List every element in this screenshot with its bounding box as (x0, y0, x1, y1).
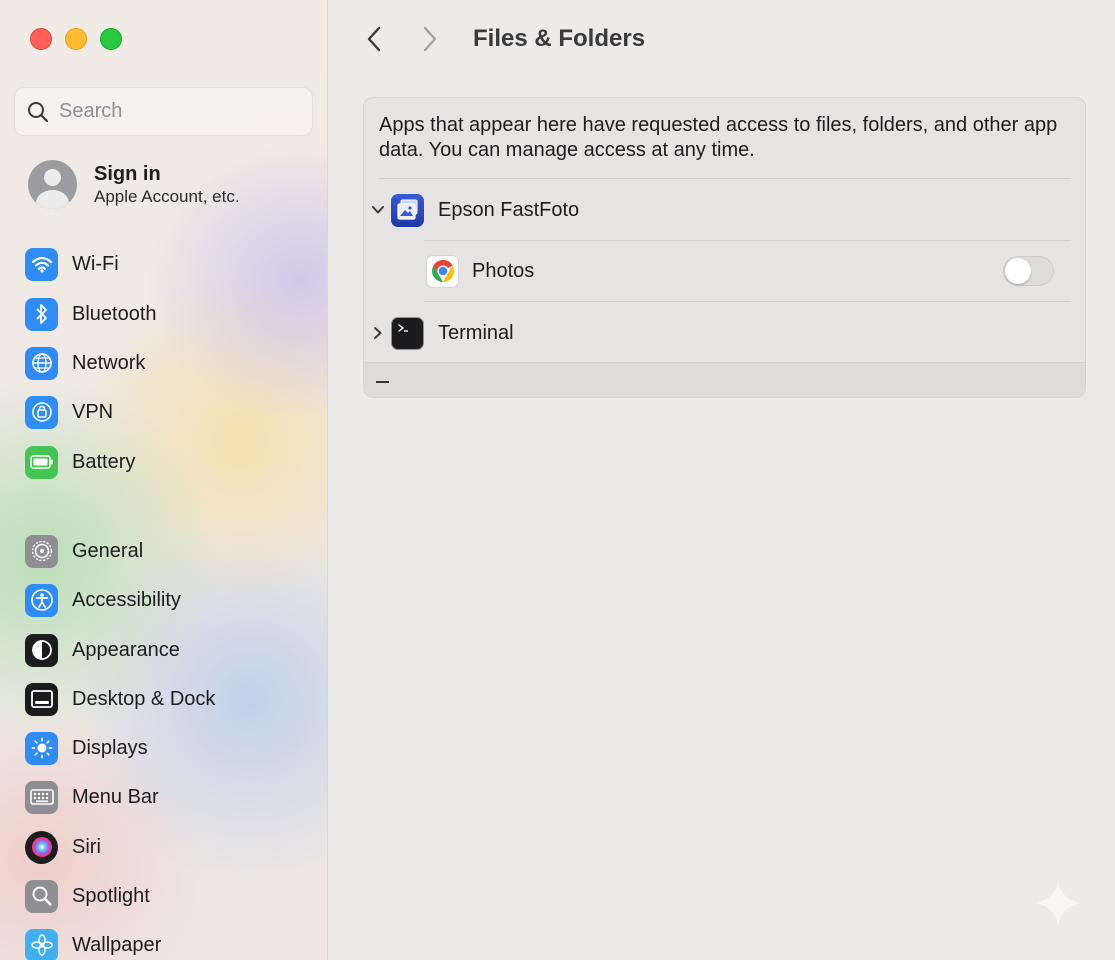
divider (424, 240, 1071, 241)
remove-button[interactable] (376, 371, 392, 391)
chevron-right-icon (423, 26, 437, 52)
sidebar-item-label: Menu Bar (72, 785, 159, 808)
account-signin[interactable]: Sign in Apple Account, etc. (28, 160, 240, 209)
sidebar-item-label: Siri (72, 835, 101, 858)
page-title: Files & Folders (473, 25, 646, 52)
card-footer (364, 362, 1085, 397)
permission-label: Photos (472, 259, 535, 282)
close-window-button[interactable] (30, 28, 52, 50)
description-text: Apps that appear here have requested acc… (379, 114, 1058, 161)
photo-app-icon (391, 193, 424, 227)
vpn-icon (25, 395, 58, 429)
sidebar-item-general[interactable]: General (25, 533, 143, 569)
photos-access-toggle[interactable] (1003, 256, 1054, 286)
sidebar-item-label: Wi-Fi (72, 252, 119, 275)
search-field[interactable] (14, 87, 313, 136)
flower-icon (25, 928, 58, 960)
sidebar-item-desktop-dock[interactable]: Desktop & Dock (25, 681, 215, 717)
globe-icon (25, 346, 58, 380)
sidebar-item-displays[interactable]: Displays (25, 730, 148, 766)
accessibility-icon (25, 583, 58, 617)
menubar-icon (25, 780, 58, 814)
files-folders-card: Apps that appear here have requested acc… (363, 97, 1086, 398)
disclosure-expanded-button[interactable] (370, 202, 386, 218)
sidebar: Sign in Apple Account, etc. Wi-Fi (0, 0, 328, 960)
sidebar-item-label: Desktop & Dock (72, 687, 216, 710)
search-input[interactable] (59, 100, 299, 123)
sidebar-item-label: Displays (72, 736, 148, 759)
sidebar-item-network[interactable]: Network (25, 345, 145, 381)
sidebar-item-label: Network (72, 351, 146, 374)
sidebar-item-label: VPN (72, 400, 114, 423)
disclosure-collapsed-button[interactable] (370, 325, 386, 341)
sidebar-item-accessibility[interactable]: Accessibility (25, 582, 181, 618)
sidebar-item-label: Appearance (72, 638, 180, 661)
main-content: Files & Folders Apps that appear here ha… (329, 0, 1115, 960)
sidebar-item-spotlight[interactable]: Spotlight (25, 878, 150, 914)
chevron-left-icon (367, 26, 381, 52)
sidebar-item-label: Accessibility (72, 588, 181, 611)
app-row-epson-fastfoto[interactable]: Epson FastFoto (364, 185, 1085, 235)
sidebar-item-label: Battery (72, 450, 136, 473)
sidebar-item-vpn[interactable]: VPN (25, 394, 113, 430)
sidebar-item-siri[interactable]: Siri (25, 829, 101, 865)
sidebar-item-label: Spotlight (72, 884, 150, 907)
sidebar-item-appearance[interactable]: Appearance (25, 632, 180, 668)
system-settings-window: Sign in Apple Account, etc. Wi-Fi (0, 0, 1115, 960)
terminal-icon (391, 316, 424, 350)
sun-icon (25, 731, 58, 765)
person-icon (28, 160, 77, 209)
app-name: Epson FastFoto (438, 198, 580, 221)
siri-icon (25, 830, 58, 864)
sidebar-item-bluetooth[interactable]: Bluetooth (25, 296, 157, 332)
sidebar-item-label: General (72, 539, 144, 562)
magnifier-icon (25, 879, 58, 913)
sparkle-icon (1035, 880, 1081, 926)
sidebar-item-menu-bar[interactable]: Menu Bar (25, 779, 159, 815)
chrome-icon (426, 254, 459, 288)
zoom-window-button[interactable] (100, 28, 122, 50)
sidebar-item-battery[interactable]: Battery (25, 444, 135, 480)
chevron-down-icon (372, 206, 384, 214)
bluetooth-icon (25, 297, 58, 331)
divider (379, 178, 1071, 179)
sidebar-item-wifi[interactable]: Wi-Fi (25, 246, 119, 282)
traffic-lights (30, 28, 122, 50)
divider (424, 301, 1071, 302)
minimize-window-button[interactable] (65, 28, 87, 50)
wifi-icon (25, 247, 58, 281)
back-button[interactable] (359, 24, 389, 54)
gear-icon (25, 534, 58, 568)
app-name: Terminal (438, 321, 514, 344)
permission-row-photos: Photos (364, 246, 1085, 296)
forward-button[interactable] (415, 24, 445, 54)
signin-title: Sign in (94, 162, 161, 185)
dock-icon (25, 682, 58, 716)
sidebar-item-label: Wallpaper (72, 933, 162, 956)
sidebar-item-wallpaper[interactable]: Wallpaper (25, 927, 161, 960)
magnifier-icon (28, 101, 49, 122)
appearance-icon (25, 633, 58, 667)
chevron-right-icon (374, 327, 382, 339)
sidebar-item-label: Bluetooth (72, 302, 157, 325)
app-row-terminal[interactable]: Terminal (364, 308, 1085, 358)
battery-icon (25, 445, 58, 479)
signin-subtitle: Apple Account, etc. (94, 186, 240, 206)
